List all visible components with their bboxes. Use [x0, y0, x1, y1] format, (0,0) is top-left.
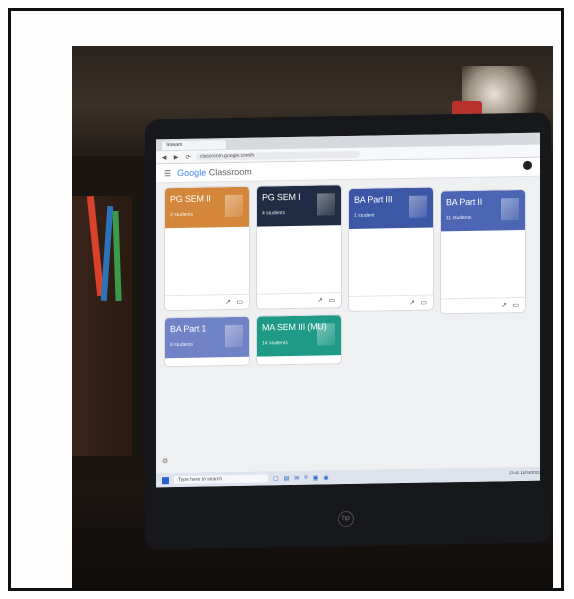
- class-card-header[interactable]: BA Part 1 8 students: [165, 316, 249, 359]
- photo: Stream ◀ ▶ ⟳ classroom.google.com/h ☰ Go…: [72, 46, 553, 590]
- taskbar-search[interactable]: Type here to search: [174, 474, 268, 485]
- class-theme-illustration: [317, 193, 335, 216]
- class-title[interactable]: PG SEM II: [170, 193, 211, 204]
- settings-icon[interactable]: ⚙: [162, 457, 168, 465]
- folder-icon[interactable]: ▭: [328, 296, 335, 304]
- image-frame: Stream ◀ ▶ ⟳ classroom.google.com/h ☰ Go…: [8, 8, 564, 591]
- hp-logo: hp: [338, 510, 354, 528]
- class-card-header[interactable]: BA Part II 11 students: [441, 189, 525, 232]
- class-student-count: 2 students: [170, 211, 194, 219]
- mail-icon[interactable]: ✉: [294, 474, 299, 481]
- class-card-footer: ↗ ▭: [165, 293, 249, 311]
- brand-logo: Google Classroom: [177, 167, 252, 178]
- back-icon[interactable]: ◀: [160, 154, 168, 161]
- class-card-footer: ↗ ▭: [441, 296, 525, 314]
- class-card[interactable]: PG SEM II 2 students ↗ ▭: [164, 185, 250, 312]
- start-icon[interactable]: [162, 476, 169, 484]
- reload-icon[interactable]: ⟳: [184, 153, 192, 160]
- trending-icon[interactable]: ↗: [501, 301, 507, 309]
- class-title[interactable]: BA Part 1: [170, 323, 206, 334]
- class-title[interactable]: PG SEM I: [262, 192, 300, 203]
- trending-icon[interactable]: ↗: [225, 298, 231, 306]
- class-theme-illustration: [501, 198, 519, 221]
- trending-icon[interactable]: ↗: [317, 296, 323, 304]
- url-field[interactable]: classroom.google.com/h: [196, 150, 360, 161]
- class-grid: PG SEM II 2 students ↗ ▭ PG SEM I4 students ↗…: [164, 181, 534, 437]
- class-theme-illustration: [225, 324, 243, 348]
- class-card[interactable]: BA Part II 11 students ↗ ▭: [440, 188, 526, 315]
- chrome-icon[interactable]: ◉: [323, 474, 328, 481]
- class-card-footer: ↗ ▭: [349, 294, 433, 311]
- clock-time: 23:41: [509, 470, 520, 476]
- forward-icon[interactable]: ▶: [172, 153, 180, 160]
- folder-icon[interactable]: ▭: [512, 301, 519, 309]
- class-card-header[interactable]: BA Part III 1 student: [349, 187, 433, 229]
- class-card-footer: ↗ ▭: [257, 292, 341, 309]
- class-theme-illustration: [225, 194, 243, 218]
- class-card-header[interactable]: MA SEM III (MU) 14 students: [257, 315, 341, 357]
- store-icon[interactable]: ▣: [313, 474, 319, 481]
- class-student-count: 1 student: [354, 212, 375, 219]
- class-title[interactable]: BA Part II: [446, 197, 482, 208]
- taskbar-clock: 23:41 11/04/2021: [509, 470, 540, 476]
- class-student-count: 14 students: [262, 340, 288, 347]
- class-student-count: 8 students: [170, 341, 194, 349]
- class-card-header[interactable]: PG SEM I 4 students: [257, 185, 341, 227]
- brand-product: Classroom: [208, 166, 252, 178]
- trending-icon[interactable]: ↗: [409, 299, 415, 307]
- browser-tab[interactable]: Stream: [162, 139, 226, 150]
- side-shelf: [72, 196, 132, 456]
- clock-date: 11/04/2021: [520, 469, 540, 475]
- edge-icon[interactable]: e: [304, 475, 307, 481]
- task-view-icon[interactable]: ▢: [273, 475, 279, 482]
- class-title[interactable]: BA Part III: [354, 194, 392, 205]
- windows-taskbar: Type here to search ▢ ▤ ✉ e ▣ ◉ 23:41 11…: [156, 466, 540, 488]
- class-student-count: 4 students: [262, 210, 286, 217]
- class-card[interactable]: MA SEM III (MU) 14 students: [256, 314, 342, 366]
- class-theme-illustration: [317, 323, 335, 346]
- brand-google: Google: [177, 167, 207, 178]
- class-theme-illustration: [409, 195, 427, 218]
- class-student-count: 11 students: [446, 214, 472, 222]
- class-card[interactable]: PG SEM I4 students ↗ ▭: [256, 184, 342, 310]
- class-card[interactable]: BA Part 1 8 students: [164, 315, 250, 368]
- folder-icon[interactable]: ▭: [236, 298, 243, 306]
- file-explorer-icon[interactable]: ▤: [284, 475, 290, 482]
- menu-icon[interactable]: ☰: [164, 169, 171, 178]
- class-card[interactable]: BA Part III 1 student ↗ ▭: [348, 186, 434, 312]
- folder-icon[interactable]: ▭: [420, 299, 427, 307]
- laptop-screen: Stream ◀ ▶ ⟳ classroom.google.com/h ☰ Go…: [156, 132, 540, 488]
- class-card-header[interactable]: PG SEM II 2 students: [165, 186, 249, 229]
- laptop: Stream ◀ ▶ ⟳ classroom.google.com/h ☰ Go…: [145, 112, 551, 550]
